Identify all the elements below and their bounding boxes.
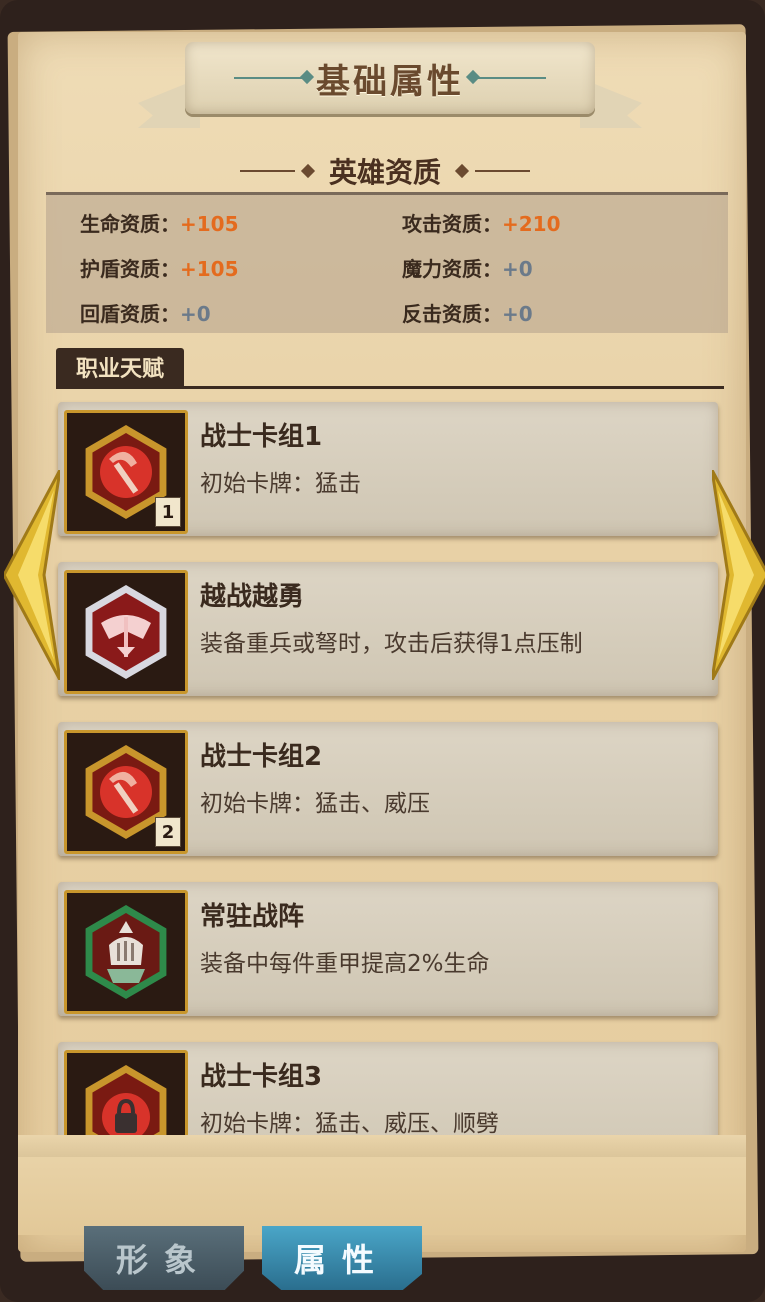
- stat-life: 生命资质：+105: [80, 208, 239, 237]
- title-ribbon: 基础属性: [185, 42, 595, 114]
- stat-value: +0: [502, 302, 533, 326]
- stat-label: 护盾资质：: [80, 257, 180, 281]
- stat-shield: 护盾资质：+105: [80, 253, 239, 282]
- talent-card-deck-1[interactable]: 1 战士卡组1 初始卡牌：猛击: [58, 402, 718, 536]
- stat-value: +105: [180, 212, 239, 236]
- diamond-icon: [300, 163, 316, 179]
- diamond-icon: [454, 163, 470, 179]
- ribbon-ornament-left: [234, 77, 304, 79]
- ribbon-ornament-right: [476, 77, 546, 79]
- talent-icon-frame: 2: [64, 730, 188, 854]
- stat-label: 生命资质：: [80, 212, 180, 236]
- talent-title: 越战越勇: [200, 582, 305, 612]
- talent-desc: 初始卡牌：猛击、威压、顺劈: [200, 1111, 499, 1137]
- talent-icon-frame: 1: [64, 410, 188, 534]
- talent-desc: 装备重兵或弩时，攻击后获得1点压制: [200, 631, 583, 657]
- divider: [240, 170, 295, 172]
- stat-magic: 魔力资质：+0: [402, 253, 533, 282]
- talent-card-deck-2[interactable]: 2 战士卡组2 初始卡牌：猛击、威压: [58, 722, 718, 856]
- stat-value: +210: [502, 212, 561, 236]
- deck-level-badge: 2: [155, 817, 181, 847]
- talent-icon-frame: [64, 570, 188, 694]
- talent-icon-frame: [64, 890, 188, 1014]
- prev-arrow-icon[interactable]: [4, 470, 60, 680]
- stat-value: +0: [502, 257, 533, 281]
- stat-label: 攻击资质：: [402, 212, 502, 236]
- deck-level-badge: 1: [155, 497, 181, 527]
- talent-divider: [56, 386, 724, 389]
- stat-label: 反击资质：: [402, 302, 502, 326]
- aptitude-header: 英雄资质: [240, 150, 531, 192]
- stat-value: +0: [180, 302, 211, 326]
- page-title: 基础属性: [316, 61, 464, 102]
- stat-attack: 攻击资质：+210: [402, 208, 561, 237]
- talent-title: 常驻战阵: [200, 902, 305, 932]
- tab-appearance[interactable]: 形象: [84, 1226, 244, 1290]
- stat-value: +105: [180, 257, 239, 281]
- talent-title: 战士卡组2: [200, 742, 323, 772]
- divider: [475, 170, 531, 172]
- talent-title: 战士卡组3: [200, 1062, 323, 1092]
- scroll-fade: [18, 1135, 746, 1157]
- talent-card-bravery[interactable]: 越战越勇 装备重兵或弩时，攻击后获得1点压制: [58, 562, 718, 696]
- stat-label: 回盾资质：: [80, 302, 180, 326]
- stat-counter: 反击资质：+0: [402, 298, 533, 327]
- talent-desc: 初始卡牌：猛击: [200, 471, 361, 497]
- talent-card-formation[interactable]: 常驻战阵 装备中每件重甲提高2%生命: [58, 882, 718, 1016]
- next-arrow-icon[interactable]: [712, 470, 765, 680]
- stat-label: 魔力资质：: [402, 257, 502, 281]
- talent-desc: 初始卡牌：猛击、威压: [200, 791, 430, 817]
- talent-desc: 装备中每件重甲提高2%生命: [200, 951, 490, 977]
- aptitude-title: 英雄资质: [329, 156, 442, 189]
- talent-header: 职业天赋: [56, 348, 184, 386]
- stat-shield-regen: 回盾资质：+0: [80, 298, 211, 327]
- tab-attributes[interactable]: 属性: [262, 1226, 422, 1290]
- talent-title: 战士卡组1: [200, 422, 323, 452]
